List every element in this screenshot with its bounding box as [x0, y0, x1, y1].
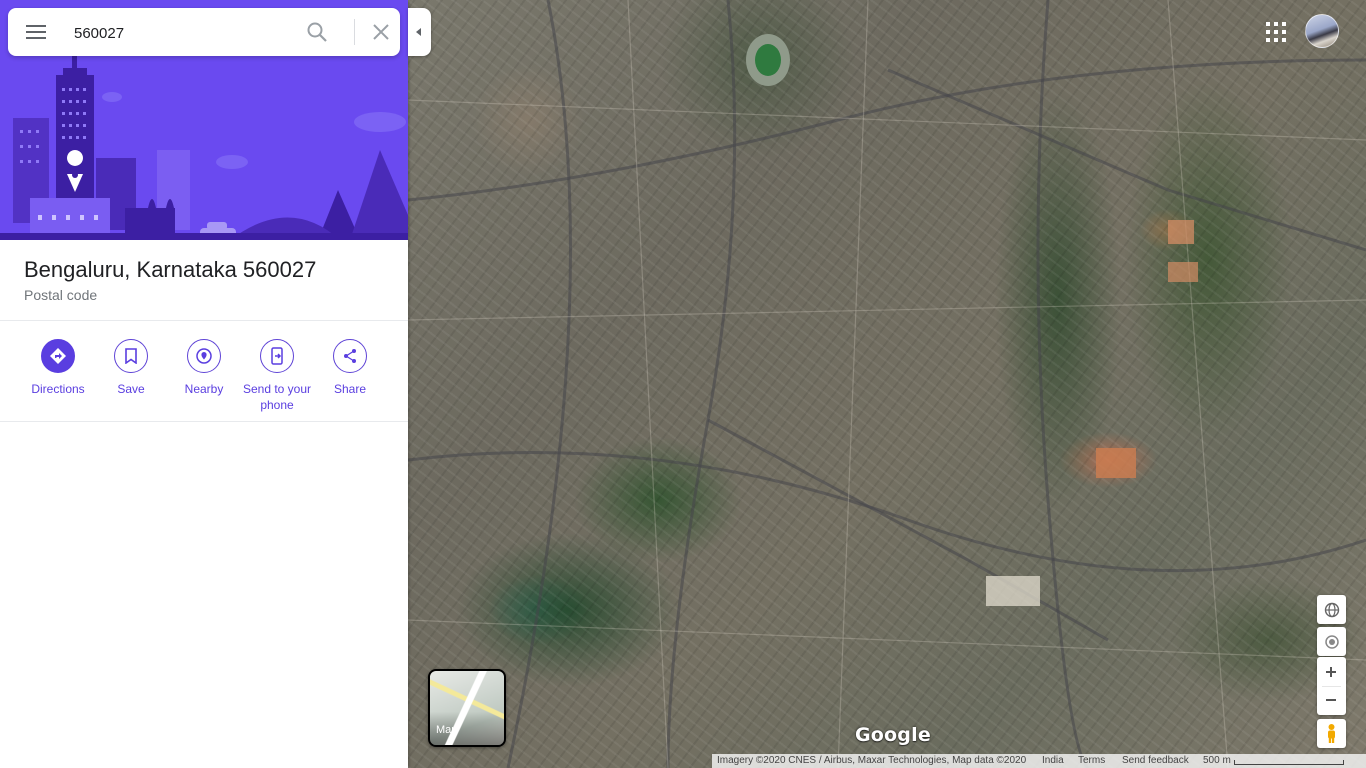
search-input[interactable]	[72, 20, 296, 46]
layer-toggle-label: Map	[436, 724, 458, 736]
clear-search-button[interactable]	[368, 19, 394, 45]
share-button[interactable]: Share	[310, 339, 390, 397]
globe-view-button[interactable]	[1317, 595, 1346, 624]
minus-icon	[1326, 699, 1336, 701]
my-location-icon	[1324, 634, 1339, 649]
search-box	[8, 8, 400, 56]
zoom-controls	[1317, 657, 1346, 715]
close-icon	[373, 24, 389, 40]
search-button[interactable]	[304, 19, 330, 45]
google-logo: Google	[855, 724, 931, 746]
globe-icon	[1324, 602, 1339, 617]
zoom-in-button[interactable]	[1317, 657, 1346, 686]
menu-icon	[26, 25, 46, 27]
place-title: Bengaluru, Karnataka 560027	[24, 257, 317, 282]
place-category: Postal code	[24, 287, 98, 303]
zoom-out-button[interactable]	[1317, 686, 1346, 715]
save-button[interactable]: Save	[91, 339, 171, 397]
map-layer-toggle[interactable]: Map	[428, 669, 506, 747]
divider	[0, 320, 408, 321]
scale-label[interactable]: 500 m	[1203, 755, 1231, 766]
send-to-phone-label: Send to your phone	[242, 382, 312, 412]
divider	[0, 421, 408, 422]
collapse-side-panel-button[interactable]	[408, 8, 431, 56]
satellite-map[interactable]	[408, 0, 1366, 768]
map-footer: Imagery ©2020 CNES / Airbus, Maxar Techn…	[712, 754, 1366, 768]
imagery-attribution: Imagery ©2020 CNES / Airbus, Maxar Techn…	[717, 755, 1027, 766]
menu-button[interactable]	[18, 14, 54, 50]
directions-icon	[50, 348, 66, 364]
directions-button[interactable]: Directions	[18, 339, 98, 397]
scale-bar	[1234, 760, 1344, 765]
send-to-phone-icon	[271, 347, 283, 365]
send-feedback-link[interactable]: Send feedback	[1122, 755, 1189, 766]
nearby-label: Nearby	[184, 382, 224, 396]
send-to-phone-button[interactable]: Send to your phone	[237, 339, 317, 413]
google-apps-button[interactable]	[1264, 20, 1288, 44]
account-avatar[interactable]	[1305, 14, 1339, 48]
nearby-button[interactable]: Nearby	[164, 339, 244, 397]
terms-link[interactable]: Terms	[1078, 755, 1105, 766]
share-label: Share	[333, 382, 367, 396]
map-roads	[408, 0, 1366, 768]
apps-grid-icon	[1266, 22, 1270, 26]
my-location-button[interactable]	[1317, 627, 1346, 656]
region-link[interactable]: India	[1042, 755, 1064, 766]
share-icon	[344, 349, 356, 363]
save-label: Save	[117, 382, 145, 396]
pegman-icon	[1328, 724, 1335, 743]
search-icon	[307, 22, 327, 42]
search-divider	[354, 19, 355, 45]
bookmark-icon	[125, 348, 137, 364]
nearby-icon	[196, 348, 212, 364]
street-view-pegman-button[interactable]	[1317, 719, 1346, 748]
side-panel: Bengaluru, Karnataka 560027 Postal code …	[0, 0, 408, 768]
directions-label: Directions	[31, 382, 85, 396]
plus-icon	[1326, 667, 1336, 677]
